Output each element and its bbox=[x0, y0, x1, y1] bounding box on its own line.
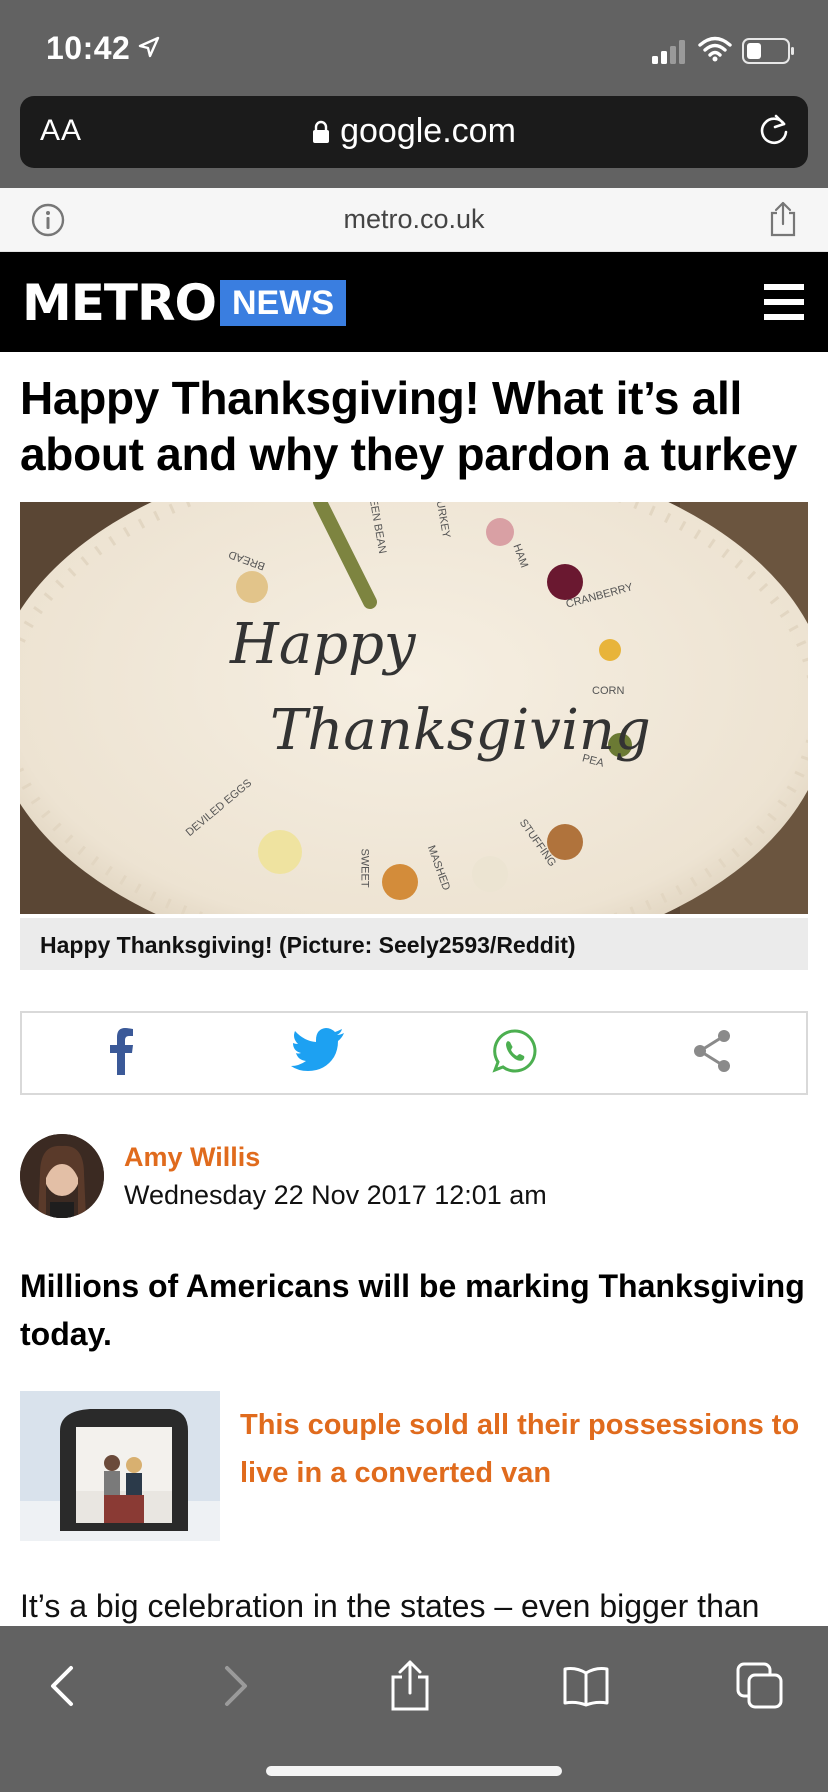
address-bar[interactable]: AA google.com bbox=[20, 96, 808, 168]
share-bar bbox=[20, 1011, 808, 1095]
related-article[interactable]: This couple sold all their possessions t… bbox=[20, 1391, 808, 1541]
article-body-paragraph: It’s a big celebration in the states – e… bbox=[20, 1588, 760, 1624]
url-display[interactable]: google.com bbox=[20, 112, 808, 153]
twitter-share-button[interactable] bbox=[219, 1013, 416, 1093]
plate-label: CORN bbox=[592, 685, 625, 697]
bookmarks-button[interactable] bbox=[554, 1656, 618, 1720]
share-icon[interactable] bbox=[768, 200, 798, 243]
hero-image[interactable]: Happy Thanksgiving BREAD GREEN BEAN TURK… bbox=[20, 502, 808, 914]
whatsapp-share-button[interactable] bbox=[416, 1013, 613, 1093]
home-indicator[interactable] bbox=[266, 1766, 562, 1776]
related-article-title[interactable]: This couple sold all their possessions t… bbox=[240, 1401, 808, 1497]
site-info-bar: metro.co.uk bbox=[0, 188, 828, 252]
site-header: METRO NEWS bbox=[0, 252, 828, 352]
article-lede: Millions of Americans will be marking Th… bbox=[20, 1268, 805, 1352]
author-avatar[interactable] bbox=[20, 1134, 104, 1218]
image-caption: Happy Thanksgiving! (Picture: Seely2593/… bbox=[20, 918, 808, 970]
browser-top-bar: AA google.com bbox=[0, 88, 828, 188]
metro-logo[interactable]: METRO bbox=[22, 274, 217, 332]
hero-handwriting: Happy Thanksgiving bbox=[230, 612, 651, 763]
share-icon bbox=[389, 1659, 431, 1718]
browser-toolbar bbox=[0, 1626, 828, 1792]
publish-date: Wednesday 22 Nov 2017 12:01 am bbox=[124, 1180, 547, 1210]
facebook-share-button[interactable] bbox=[22, 1013, 219, 1093]
generic-share-button[interactable] bbox=[613, 1013, 810, 1093]
share-icon bbox=[691, 1028, 733, 1079]
plate-label: SWEET bbox=[358, 848, 371, 888]
wifi-icon bbox=[698, 36, 732, 67]
cellular-signal-icon bbox=[652, 40, 688, 69]
article-headline: Happy Thanksgiving! What it’s all about … bbox=[20, 372, 798, 480]
reload-icon[interactable] bbox=[756, 112, 792, 153]
chevron-left-icon bbox=[47, 1664, 77, 1713]
lock-icon bbox=[312, 114, 330, 153]
site-domain: metro.co.uk bbox=[343, 204, 485, 234]
section-badge-news[interactable]: NEWS bbox=[220, 280, 346, 326]
book-icon bbox=[562, 1665, 610, 1712]
location-arrow-icon bbox=[138, 36, 160, 63]
tabs-button[interactable] bbox=[728, 1656, 792, 1720]
url-text: google.com bbox=[340, 112, 516, 150]
tabs-icon bbox=[735, 1661, 785, 1716]
status-bar: 10:42 bbox=[0, 0, 828, 88]
battery-icon bbox=[742, 38, 796, 69]
whatsapp-icon bbox=[491, 1028, 538, 1079]
share-button[interactable] bbox=[378, 1656, 442, 1720]
status-time: 10:42 bbox=[46, 30, 131, 66]
chevron-right-icon bbox=[221, 1664, 251, 1713]
related-thumbnail[interactable] bbox=[20, 1391, 220, 1541]
hamburger-menu-icon[interactable] bbox=[762, 282, 806, 327]
author-name[interactable]: Amy Willis bbox=[124, 1142, 260, 1173]
forward-button[interactable] bbox=[204, 1656, 268, 1720]
twitter-icon bbox=[290, 1027, 345, 1079]
author-byline: Amy Willis Wednesday 22 Nov 2017 12:01 a… bbox=[20, 1134, 808, 1224]
back-button[interactable] bbox=[30, 1656, 94, 1720]
facebook-icon bbox=[108, 1027, 134, 1080]
